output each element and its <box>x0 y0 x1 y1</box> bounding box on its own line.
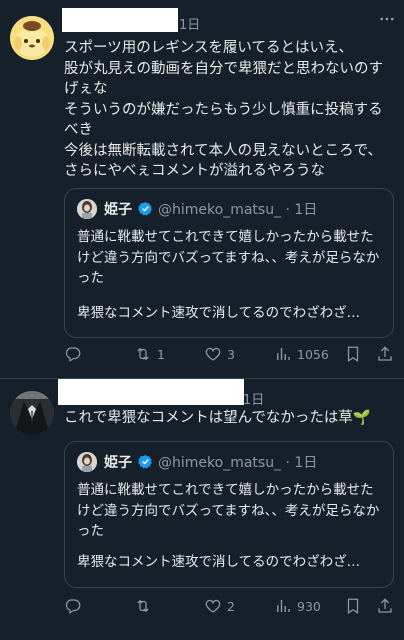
repost-button[interactable]: 1 <box>134 345 165 363</box>
verified-badge-icon <box>138 454 152 469</box>
share-icon <box>378 598 392 613</box>
redacted-author-name <box>62 8 178 32</box>
views-icon <box>277 600 290 612</box>
like-count: 2 <box>227 598 235 614</box>
redacted-author-name <box>58 379 244 405</box>
share-button[interactable] <box>376 597 394 615</box>
view-count: 930 <box>297 598 321 614</box>
views-button[interactable]: 1056 <box>274 345 329 363</box>
like-count: 3 <box>227 346 235 362</box>
quoted-author-handle: @himeko_matsu_ · 1日 <box>158 452 317 472</box>
share-icon <box>378 346 392 361</box>
quoted-post[interactable]: 姫子 @himeko_matsu_ · 1日 普通に靴載せてこれできて嬉しかった… <box>64 441 394 588</box>
like-button[interactable]: 2 <box>204 597 235 615</box>
post-2[interactable]: 1日 これで卑猥なコメントは望んでなかったは草🌱 姫子 @himeko_mats… <box>0 379 404 640</box>
verified-badge-icon <box>138 201 152 216</box>
quoted-author-handle: @himeko_matsu_ · 1日 <box>158 199 317 219</box>
repost-icon <box>137 599 149 613</box>
bookmark-icon <box>347 598 359 614</box>
more-icon[interactable] <box>378 10 396 32</box>
repost-icon <box>137 347 149 361</box>
repost-button[interactable] <box>134 597 157 615</box>
bookmark-button[interactable] <box>344 345 362 363</box>
quoted-text-paragraph-2: 卑猥なコメント速攻で消してるのでわざわざ… <box>77 554 361 570</box>
like-icon <box>205 599 221 613</box>
quoted-author-name: 姫子 <box>104 455 132 471</box>
post-text: これで卑猥なコメントは望んでなかったは草🌱 <box>64 410 371 426</box>
pompompurin-avatar-image <box>10 16 54 60</box>
quoted-post[interactable]: 姫子 @himeko_matsu_ · 1日 普通に靴載せてこれできて嬉しかった… <box>64 188 394 338</box>
quoted-timestamp: · 1日 <box>285 455 318 471</box>
repost-count: 1 <box>157 346 165 362</box>
share-button[interactable] <box>376 345 394 363</box>
reply-button[interactable] <box>64 597 87 615</box>
quoted-handle-text: @himeko_matsu_ <box>158 455 282 471</box>
post-text: スポーツ用のレギンスを履いてるとはいえ、 股が丸見えの動画を自分で卑猥だと思わな… <box>64 40 383 179</box>
author-avatar[interactable] <box>10 16 54 60</box>
quoted-timestamp: · 1日 <box>285 202 318 218</box>
views-button[interactable]: 930 <box>274 597 321 615</box>
post-1[interactable]: 1日 スポーツ用のレギンスを履いてるとはいえ、 股が丸見えの動画を自分で卑猥だと… <box>0 0 404 378</box>
quoted-handle-text: @himeko_matsu_ <box>158 202 282 218</box>
post-timestamp[interactable]: 1日 <box>179 14 200 33</box>
quoted-text-paragraph-2: 卑猥なコメント速攻で消してるのでわざわざ… <box>77 305 361 321</box>
quoted-author-avatar <box>77 199 97 219</box>
like-button[interactable]: 3 <box>204 345 235 363</box>
views-icon <box>277 348 290 360</box>
reply-button[interactable] <box>64 345 87 363</box>
view-count: 1056 <box>297 346 329 362</box>
author-avatar[interactable] <box>10 391 54 435</box>
quoted-text-paragraph-1: 普通に靴載せてこれできて嬉しかったから載せたけど違う方向でバズってますね、、考え… <box>77 229 380 286</box>
quoted-author-avatar <box>77 452 97 472</box>
suit-avatar-image <box>10 391 54 435</box>
quoted-text-paragraph-1: 普通に靴載せてこれできて嬉しかったから載せたけど違う方向でバズってますね、、考え… <box>77 482 380 539</box>
like-icon <box>205 347 221 361</box>
reply-icon <box>65 347 81 362</box>
bookmark-icon <box>347 346 359 362</box>
post-timestamp[interactable]: 1日 <box>243 389 264 408</box>
quoted-author-name: 姫子 <box>104 202 132 218</box>
reply-icon <box>65 599 81 614</box>
bookmark-button[interactable] <box>344 597 362 615</box>
